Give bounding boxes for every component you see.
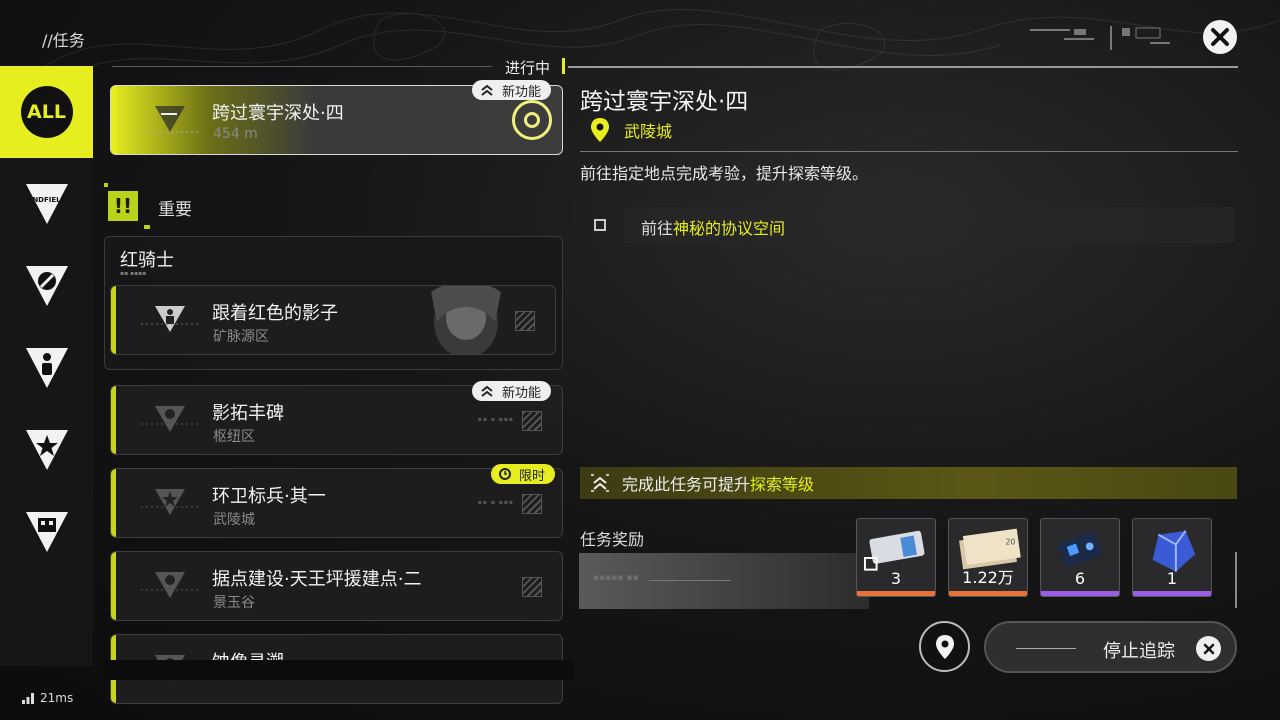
objective-checkbox: [594, 219, 606, 231]
reward-track-arrow: [649, 580, 731, 581]
building-icon: [25, 512, 68, 552]
new-feature-badge: 新功能: [472, 80, 552, 100]
quest-title: 跟着红色的影子: [212, 303, 338, 324]
quest-location: 矿脉源区: [213, 329, 269, 345]
quest-stamp-text: ▪▪ ▪ ▪▪▪: [477, 416, 514, 423]
double-chevron-up-icon: [481, 84, 493, 96]
stop-tracking-label: 停止追踪: [1103, 641, 1175, 662]
status-marker: [562, 58, 565, 74]
explore-level-banner: 完成此任务可提升探索等级: [580, 467, 1237, 499]
close-icon: [1211, 28, 1229, 46]
quest-title: 环卫标兵·其一: [212, 486, 326, 507]
rarity-bar: [1041, 591, 1119, 596]
important-label: 重要: [158, 200, 192, 220]
svg-text:20: 20: [1005, 537, 1015, 546]
limited-time-badge: 限时: [491, 464, 556, 484]
ping-value: 21ms: [40, 691, 74, 705]
group-subtitle-tiny: ▪▪ ▪▪▪▪: [120, 270, 147, 277]
reward-item[interactable]: 3: [856, 518, 936, 597]
new-feature-badge: 新功能: [472, 381, 552, 401]
location-name: 武陵城: [624, 122, 673, 141]
all-label: ALL: [20, 86, 73, 138]
in-progress-label: 进行中: [505, 59, 551, 77]
double-chevron-up-icon: [481, 385, 493, 397]
quest-stamp: [522, 411, 542, 431]
quest-title: 跨过寰宇深处·四: [212, 103, 344, 124]
quest-title: 据点建设·天王坪援建点·二: [212, 569, 422, 590]
quest-location: 枢纽区: [213, 429, 255, 445]
quest-stamp: [522, 494, 542, 514]
rarity-bar: [1133, 591, 1211, 596]
character-portrait: [431, 286, 501, 354]
objective-text: 前往神秘的协议空间: [641, 219, 786, 238]
signal-icon: [22, 692, 34, 704]
category-endfield[interactable]: ENDFIELD: [0, 158, 93, 250]
star-icon: [25, 430, 68, 470]
reward-track-end: [1235, 552, 1237, 608]
quest-card[interactable]: 跟着红色的影子 矿脉源区: [110, 285, 556, 355]
group-title: 红骑士: [120, 250, 174, 271]
category-all[interactable]: ALL: [0, 66, 93, 158]
map-location-button[interactable]: [919, 621, 970, 672]
reward-qty: 3: [890, 569, 902, 588]
list-fade: [104, 660, 574, 680]
tracking-target-icon[interactable]: [512, 100, 552, 140]
list-divider: [112, 66, 492, 67]
endfield-icon: ENDFIELD: [25, 184, 68, 224]
detail-divider: [568, 66, 1238, 68]
detail-location: 武陵城: [590, 117, 672, 143]
location-pin-icon: [591, 118, 609, 142]
location-pin-icon: [935, 634, 954, 659]
level-up-icon: [591, 474, 609, 492]
clock-icon: [499, 468, 511, 480]
button-deco-line: [1016, 648, 1076, 649]
badge-label: 新功能: [502, 385, 542, 401]
stop-tracking-button[interactable]: 停止追踪: [984, 621, 1237, 673]
reward-qty: 6: [1074, 569, 1086, 588]
quest-stamp-text: ▪▪ ▪ ▪▪▪: [477, 499, 514, 506]
star-quest-icon: [141, 489, 199, 515]
quest-stamp: [515, 311, 535, 331]
category-base[interactable]: [0, 486, 93, 578]
detail-rule: [580, 151, 1238, 152]
quest-stamp: [522, 577, 542, 597]
important-icon: !!: [108, 191, 138, 221]
reward-label: 任务奖励: [580, 530, 645, 549]
category-main[interactable]: [0, 240, 93, 332]
quest-location: 武陵城: [213, 512, 255, 528]
hud-decoration: [1030, 26, 1170, 50]
compass-quest-icon: [141, 406, 199, 432]
svg-text:ENDFIELD: ENDFIELD: [27, 196, 66, 204]
reward-item[interactable]: 1: [1132, 518, 1212, 597]
reward-item[interactable]: 6: [1040, 518, 1120, 597]
category-special[interactable]: [0, 404, 93, 496]
rarity-bar: [857, 591, 935, 596]
quest-title: 影拓丰碑: [212, 403, 284, 424]
detail-description: 前往指定地点完成考验，提升探索等级。: [580, 164, 869, 183]
explore-text: 完成此任务可提升探索等级: [622, 475, 815, 494]
quest-distance: 454 m: [213, 126, 258, 142]
badge-label: 新功能: [502, 84, 542, 100]
close-icon: [1196, 636, 1221, 661]
compass-quest-icon: [141, 572, 199, 598]
network-status: 21ms: [22, 691, 73, 705]
quest-card[interactable]: 据点建设·天王坪援建点·二 景玉谷: [110, 551, 563, 621]
rarity-bar: [949, 591, 1027, 596]
reward-track-faded-text: ▪▪▪▪▪ ▪▪: [593, 573, 639, 583]
category-character[interactable]: [0, 322, 93, 414]
person-icon: [25, 348, 68, 388]
badge-label: 限时: [519, 468, 546, 484]
detail-title: 跨过寰宇深处·四: [580, 89, 749, 115]
quest-type-icon: [141, 106, 199, 133]
reward-item[interactable]: 20 1.22万: [948, 518, 1028, 597]
person-quest-icon: [141, 306, 199, 332]
reward-qty: 1: [1166, 569, 1178, 588]
reward-track: ▪▪▪▪▪ ▪▪: [579, 553, 869, 609]
close-button[interactable]: [1203, 20, 1237, 54]
quest-location: 景玉谷: [213, 595, 255, 611]
breadcrumb: //任务: [42, 31, 85, 50]
reward-qty: 1.22万: [962, 568, 1014, 587]
compass-icon: [25, 266, 68, 306]
